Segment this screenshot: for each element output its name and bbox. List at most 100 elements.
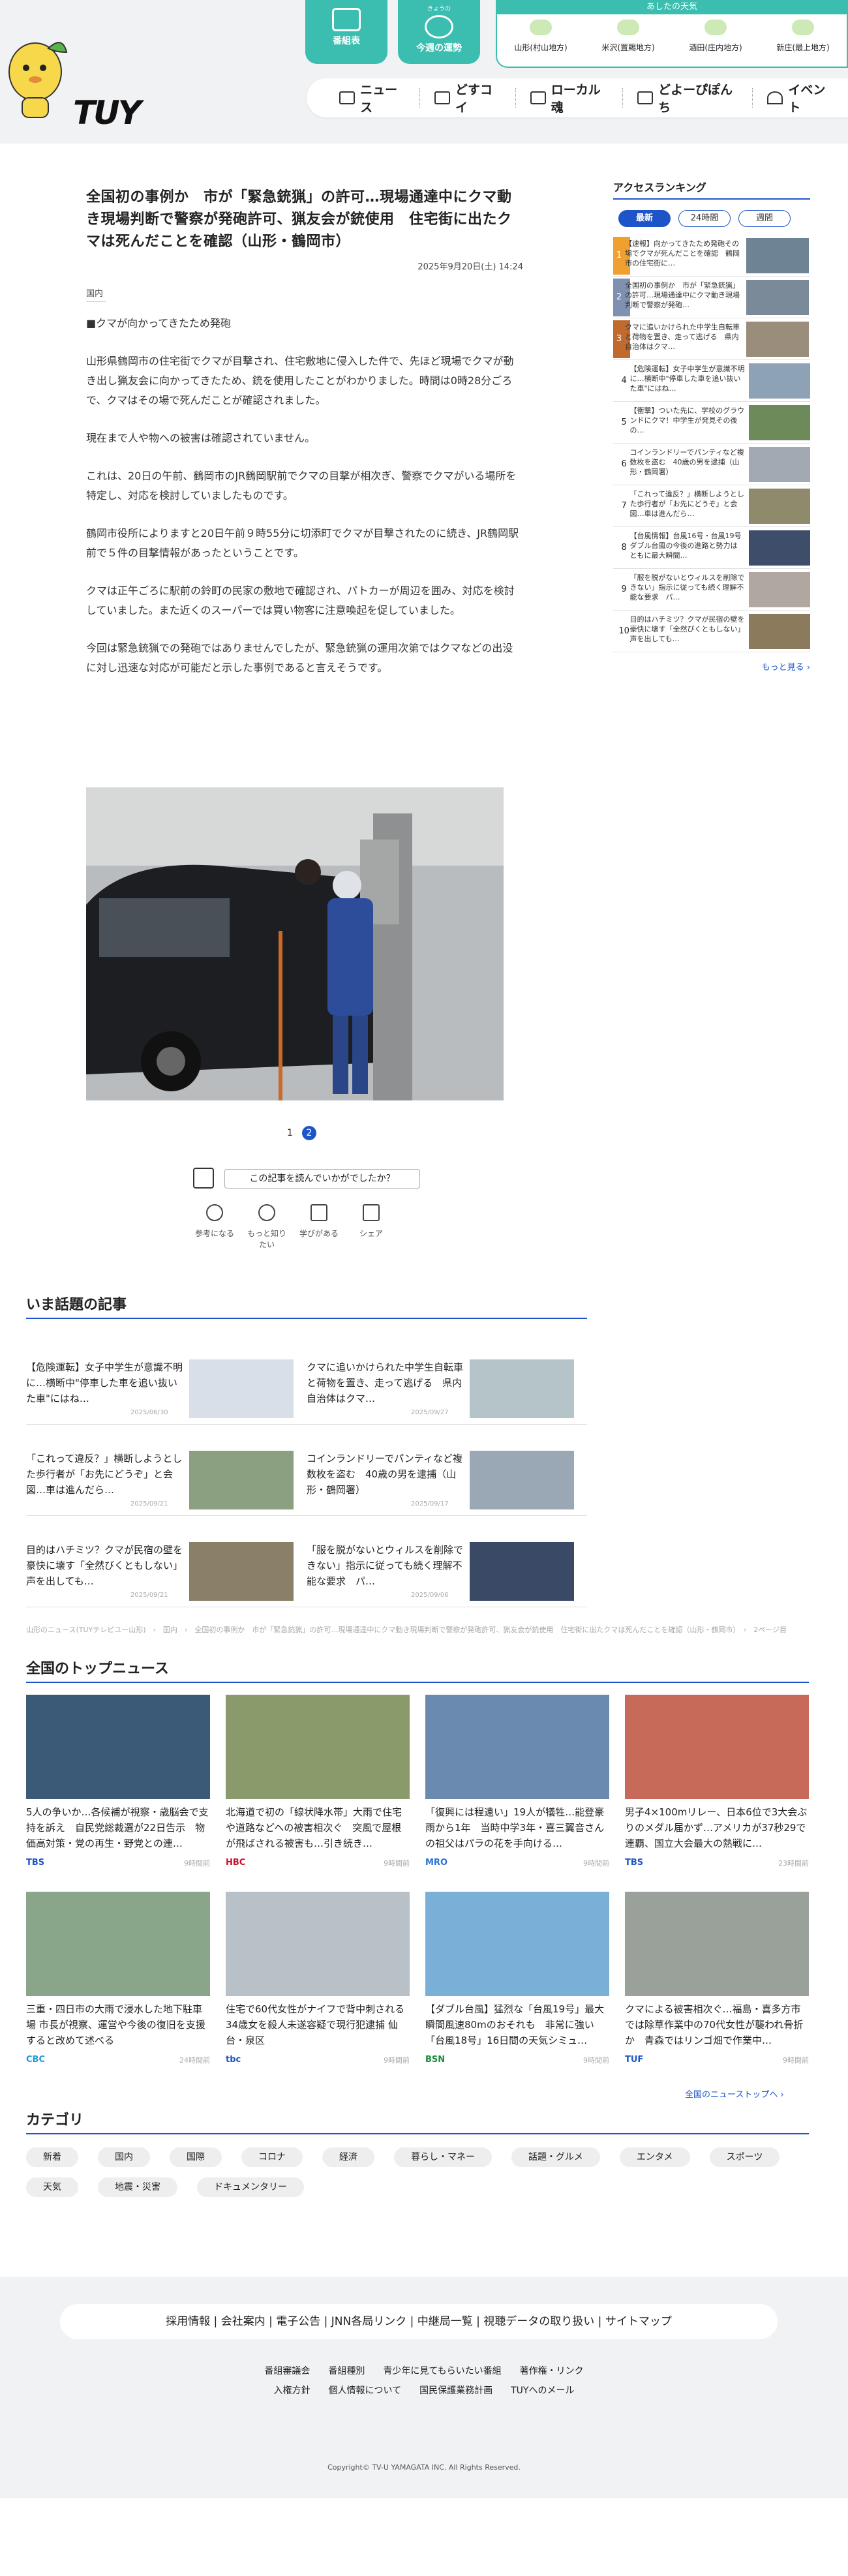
footer-links-row[interactable]: 入権方針 個人情報について 国民保護業務計画 TUYへのメール	[0, 2381, 848, 2401]
article-paragraph: ■クマが向かってきたため発砲	[86, 317, 231, 329]
rank-thumbnail	[748, 613, 810, 649]
rank-headline: 【台風情報】台風16号・台風19号 ダブル台風の今後の進路と勢力は ともに最大瞬…	[629, 531, 744, 560]
weather-cell[interactable]: 山形(村山地方)	[505, 16, 577, 53]
hand-pointer-icon	[193, 1168, 214, 1189]
reaction-learn[interactable]: 学びがある	[297, 1204, 341, 1250]
ranking-item[interactable]: 10 目的はハチミツ？クマが民宿の壁を豪快に壊す「全然びくともしない」声を出しても…	[613, 611, 810, 652]
rank-number: 8	[621, 543, 627, 553]
horoscope-sub: きょうの	[427, 6, 451, 12]
main-nav: ニュース どすコイ ローカル魂 どよーぴぽんち イベント	[307, 78, 848, 117]
category-chip[interactable]: 新着	[26, 2147, 78, 2167]
ranking-item[interactable]: 2 全国初の事例か 市が「緊急銃猟」の許可…現場通達中にクマ動き現場判断で警察が発…	[613, 277, 810, 318]
weather-cell[interactable]: 米沢(置賜地方)	[592, 16, 664, 53]
weather-cell[interactable]: 新庄(最上地方)	[767, 16, 839, 53]
top-news-card[interactable]: 住宅で60代女性がナイフで背中刺される 34歳女を殺人未遂容疑で現行犯逮捕 仙台…	[226, 1892, 410, 2065]
article-paragraph: 鶴岡市役所によりますと20日午前９時55分に切添町でクマが目撃されたのに続き、J…	[86, 527, 519, 559]
hot-article[interactable]: 「これって違反？」横断しようとした歩行者が「お先にどうぞ」と会図…車は進んだら……	[26, 1425, 307, 1516]
category-chip[interactable]: 暮らし・マネー	[394, 2147, 492, 2167]
rank-headline: 【速報】向かってきたため発砲その場でクマが死んだことを確認 鶴岡市の住宅街に…	[625, 239, 740, 267]
hot-article[interactable]: コインランドリーでパンティなど複数枚を盗む 40歳の男を逮捕（山形・鶴岡署） 20…	[307, 1425, 587, 1516]
tab-latest[interactable]: 最新	[618, 210, 671, 227]
top-news-meta: BSN 9時間前	[425, 2055, 609, 2065]
nav-event[interactable]: イベント	[753, 83, 848, 115]
hot-article[interactable]: クマに追いかけられた中学生自転車と荷物を置き、走って逃げる 県内自治体はクマ… 2…	[307, 1333, 587, 1425]
tab-24h[interactable]: 24時間	[678, 210, 731, 227]
hot-article[interactable]: 「服を脱がないとウィルスを削除できない」指示に従っても続く理解不能な要求 パ… 2…	[307, 1516, 587, 1607]
ranking-item[interactable]: 9 「服を脱がないとウィルスを削除できない」指示に従っても続く理解不能な要求 パ…	[613, 569, 810, 611]
category-chip[interactable]: 地震・災害	[98, 2177, 177, 2197]
top-news-card[interactable]: 三重・四日市の大雨で浸水した地下駐車場 市長が視察、運営や今後の復旧を支援すると…	[26, 1892, 210, 2065]
ranking-item[interactable]: 3 クマに追いかけられた中学生自転車と荷物を置き、走って逃げる 県内自治体はクマ…	[613, 318, 810, 360]
top-news-card[interactable]: 男子4×100mリレー、日本6位で3大会ぶりのメダル届かず…アメリカが37秒29…	[625, 1695, 809, 1868]
rank-marker	[613, 570, 618, 609]
lightbulb-icon	[206, 1204, 223, 1221]
top-news-more-link[interactable]: 全国のニューストップへ ›	[685, 2087, 784, 2100]
category-chip[interactable]: エンタメ	[620, 2147, 690, 2167]
news-source: tbc	[226, 2055, 241, 2065]
footer-link-bar[interactable]: 採用情報 | 会社案内 | 電子公告 | JNN各局リンク | 中継局一覧 | …	[60, 2304, 778, 2339]
hot-article-thumbnail	[470, 1359, 574, 1418]
tab-weekly[interactable]: 週間	[738, 210, 791, 227]
top-news-card[interactable]: 北海道で初の「線状降水帯」大雨で住宅や道路などへの被害相次ぐ 突風で屋根が飛ばさ…	[226, 1695, 410, 1868]
ranking-item[interactable]: 8 【台風情報】台風16号・台風19号 ダブル台風の今後の進路と勢力は ともに最大…	[613, 527, 810, 569]
copyright: Copyright© TV-U YAMAGATA INC. All Rights…	[327, 2463, 521, 2472]
hot-article-thumbnail	[189, 1359, 294, 1418]
category-chip[interactable]: 天気	[26, 2177, 78, 2197]
horoscope-button[interactable]: きょうの 今週の運勢	[398, 0, 480, 64]
ranking-item[interactable]: 1 【速報】向かってきたため発砲その場でクマが死んだことを確認 鶴岡市の住宅街に…	[613, 235, 810, 277]
article-photo	[86, 787, 504, 1100]
top-news-card[interactable]: 【ダブル台風】猛烈な「台風19号」最大瞬間風速80mのおそれも 非常に強い「台風…	[425, 1892, 609, 2065]
nav-doyo[interactable]: どよーぴぽんち	[623, 83, 753, 115]
ranking-item[interactable]: 6 コインランドリーでパンティなど複数枚を盗む 40歳の男を逮捕（山形・鶴岡署）	[613, 444, 810, 485]
rank-thumbnail	[748, 363, 810, 399]
top-news-headline: 北海道で初の「線状降水帯」大雨で住宅や道路などへの被害相次ぐ 突風で屋根が飛ばさ…	[226, 1806, 402, 1849]
footer-links-row[interactable]: 番組審議会 番組種別 青少年に見てもらいたい番組 著作権・リンク	[0, 2361, 848, 2381]
category-chip[interactable]: 経済	[322, 2147, 374, 2167]
news-source: TBS	[625, 1858, 644, 1868]
weather-cell[interactable]: 酒田(庄内地方)	[680, 16, 751, 53]
category-chip[interactable]: 話題・グルメ	[511, 2147, 600, 2167]
top-news-card[interactable]: 「復興には程遠い」19人が犠牲…能登豪雨から1年 当時中学3年・喜三翼音さんの祖…	[425, 1695, 609, 1868]
weather-area: 酒田(庄内地方)	[689, 43, 742, 52]
hot-article[interactable]: 目的はハチミツ？クマが民宿の壁を豪快に壊す「全然びくともしない」声を出しても… 2…	[26, 1516, 307, 1607]
nav-doskoi[interactable]: どすコイ	[420, 83, 516, 115]
hot-article-title: 「服を脱がないとウィルスを削除できない」指示に従っても続く理解不能な要求 パ…	[307, 1544, 463, 1587]
ranking-item[interactable]: 7 「これって違反？」横断しようとした歩行者が「お先にどうぞ」と会図…車は進んだら…	[613, 485, 810, 527]
ranking-more-link[interactable]: もっと見る ›	[613, 660, 810, 673]
rank-thumbnail	[748, 488, 810, 524]
hot-article-date: 2025/09/21	[130, 1500, 168, 1508]
reaction-helpful[interactable]: 参考になる	[193, 1204, 236, 1250]
rank-thumbnail	[746, 237, 809, 273]
top-news-card[interactable]: クマによる被害相次ぐ…福島・喜多方市では除草作業中の70代女性が襲われ骨折か 青…	[625, 1892, 809, 2065]
article-category[interactable]: 国内	[86, 286, 106, 302]
rank-headline: 「これって違反？」横断しようとした歩行者が「お先にどうぞ」と会図…車は進んだら…	[629, 489, 744, 518]
hot-article-thumbnail	[470, 1451, 574, 1509]
rank-headline: 全国初の事例か 市が「緊急銃猟」の許可…現場通達中にクマ動き現場判断で警察が発砲…	[625, 280, 740, 309]
weather-widget[interactable]: あしたの天気 山形(村山地方) 米沢(置賜地方) 酒田(庄内地方) 新庄(最上地…	[496, 0, 848, 68]
breadcrumb[interactable]: 山形のニュース(TUYテレビユー山形) › 国内 › 全国初の事例か 市が「緊急…	[26, 1624, 809, 1635]
news-time: 9時間前	[783, 2056, 809, 2065]
top-news-thumbnail	[625, 1695, 809, 1799]
program-guide-button[interactable]: 番組表	[305, 0, 387, 64]
category-chip[interactable]: ドキュメンタリー	[197, 2177, 304, 2197]
rank-marker	[613, 403, 618, 442]
page-link[interactable]: 1	[287, 1128, 293, 1138]
reaction-share[interactable]: シェア	[350, 1204, 393, 1250]
category-chip[interactable]: コロナ	[241, 2147, 303, 2167]
ranking-item[interactable]: 5 【衝撃】ついた先に、学校のグラウンドにクマ！中学生が発見その後の…	[613, 402, 810, 444]
nav-local[interactable]: ローカル魂	[516, 83, 623, 115]
reaction-buttons: 参考になる もっと知りたい 学びがある シェア	[193, 1204, 393, 1250]
nav-news[interactable]: ニュース	[325, 83, 420, 115]
rank-number: 1	[616, 250, 622, 260]
top-news-headline: 住宅で60代女性がナイフで背中刺される 34歳女を殺人未遂容疑で現行犯逮捕 仙台…	[226, 2003, 405, 2046]
category-chip[interactable]: 国内	[98, 2147, 150, 2167]
hot-article[interactable]: 【危険運転】女子中学生が意識不明に…横断中"停車した車を追い抜いた車"にはね… 2…	[26, 1333, 307, 1425]
ranking-item[interactable]: 4 【危険運転】女子中学生が意識不明に…横断中"停車した車を追い抜いた車"にはね…	[613, 360, 810, 402]
site-logo[interactable]: TUY	[0, 33, 183, 132]
category-chip[interactable]: スポーツ	[709, 2147, 780, 2167]
article-title: 全国初の事例か 市が「緊急銃猟」の許可…現場通達中にクマ動き現場判断で警察が発砲…	[86, 189, 512, 250]
top-news-card[interactable]: 5人の争いか…各候補が視察・歳脳会で支持を訴え 自民党総裁選が22日告示 物価高…	[26, 1695, 210, 1868]
category-chip[interactable]: 国際	[170, 2147, 222, 2167]
article-date: 2025年9月20日(土) 14:24	[417, 262, 523, 272]
reaction-more[interactable]: もっと知りたい	[245, 1204, 288, 1250]
